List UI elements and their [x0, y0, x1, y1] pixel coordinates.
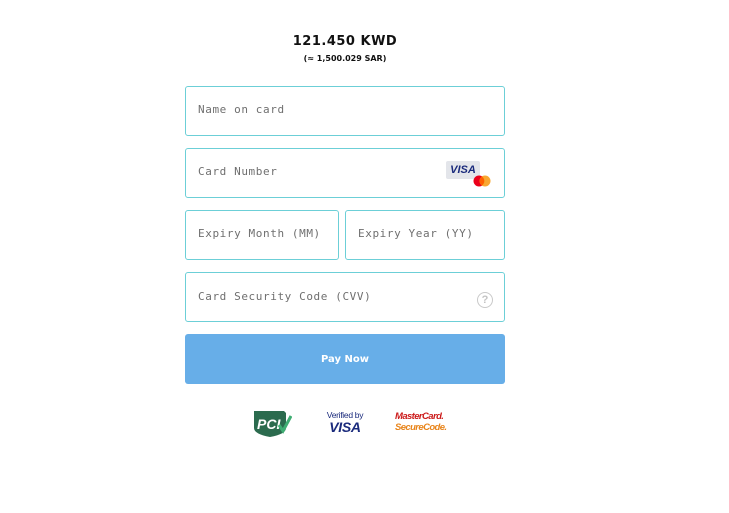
mastercard-icon	[473, 175, 491, 187]
mastercard-securecode-logo: MasterCard. SecureCode.	[395, 408, 447, 438]
cvv-input[interactable]	[198, 290, 453, 303]
name-on-card-input[interactable]	[198, 103, 453, 116]
pay-now-button[interactable]: Pay Now	[185, 334, 505, 384]
pci-label: PCI	[257, 416, 281, 432]
name-on-card-field[interactable]	[185, 86, 505, 136]
payment-amount: 121.450 KWD	[292, 34, 398, 49]
card-number-field[interactable]: VISA	[185, 148, 505, 198]
mc-securecode-line1: MasterCard.	[395, 411, 444, 422]
cvv-field[interactable]: ?	[185, 272, 505, 322]
expiry-year-field[interactable]	[345, 210, 505, 260]
expiry-year-input[interactable]	[358, 227, 485, 240]
expiry-month-field[interactable]	[185, 210, 339, 260]
verified-by-visa-logo: Verified by VISA	[323, 408, 367, 438]
pci-shield-icon: PCI	[254, 411, 293, 437]
card-brand-logos: VISA	[446, 161, 492, 187]
help-icon[interactable]: ?	[477, 292, 493, 308]
pci-dss-logo: PCI	[252, 408, 293, 438]
payment-converted-amount: (≈ 1,500.029 SAR)	[303, 54, 387, 63]
vbv-line2: VISA	[329, 419, 361, 435]
card-number-input[interactable]	[198, 165, 453, 178]
security-badges: PCI Verified by VISA MasterCard. SecureC…	[185, 408, 505, 440]
expiry-month-input[interactable]	[198, 227, 320, 240]
mc-securecode-line2: SecureCode.	[395, 422, 447, 433]
